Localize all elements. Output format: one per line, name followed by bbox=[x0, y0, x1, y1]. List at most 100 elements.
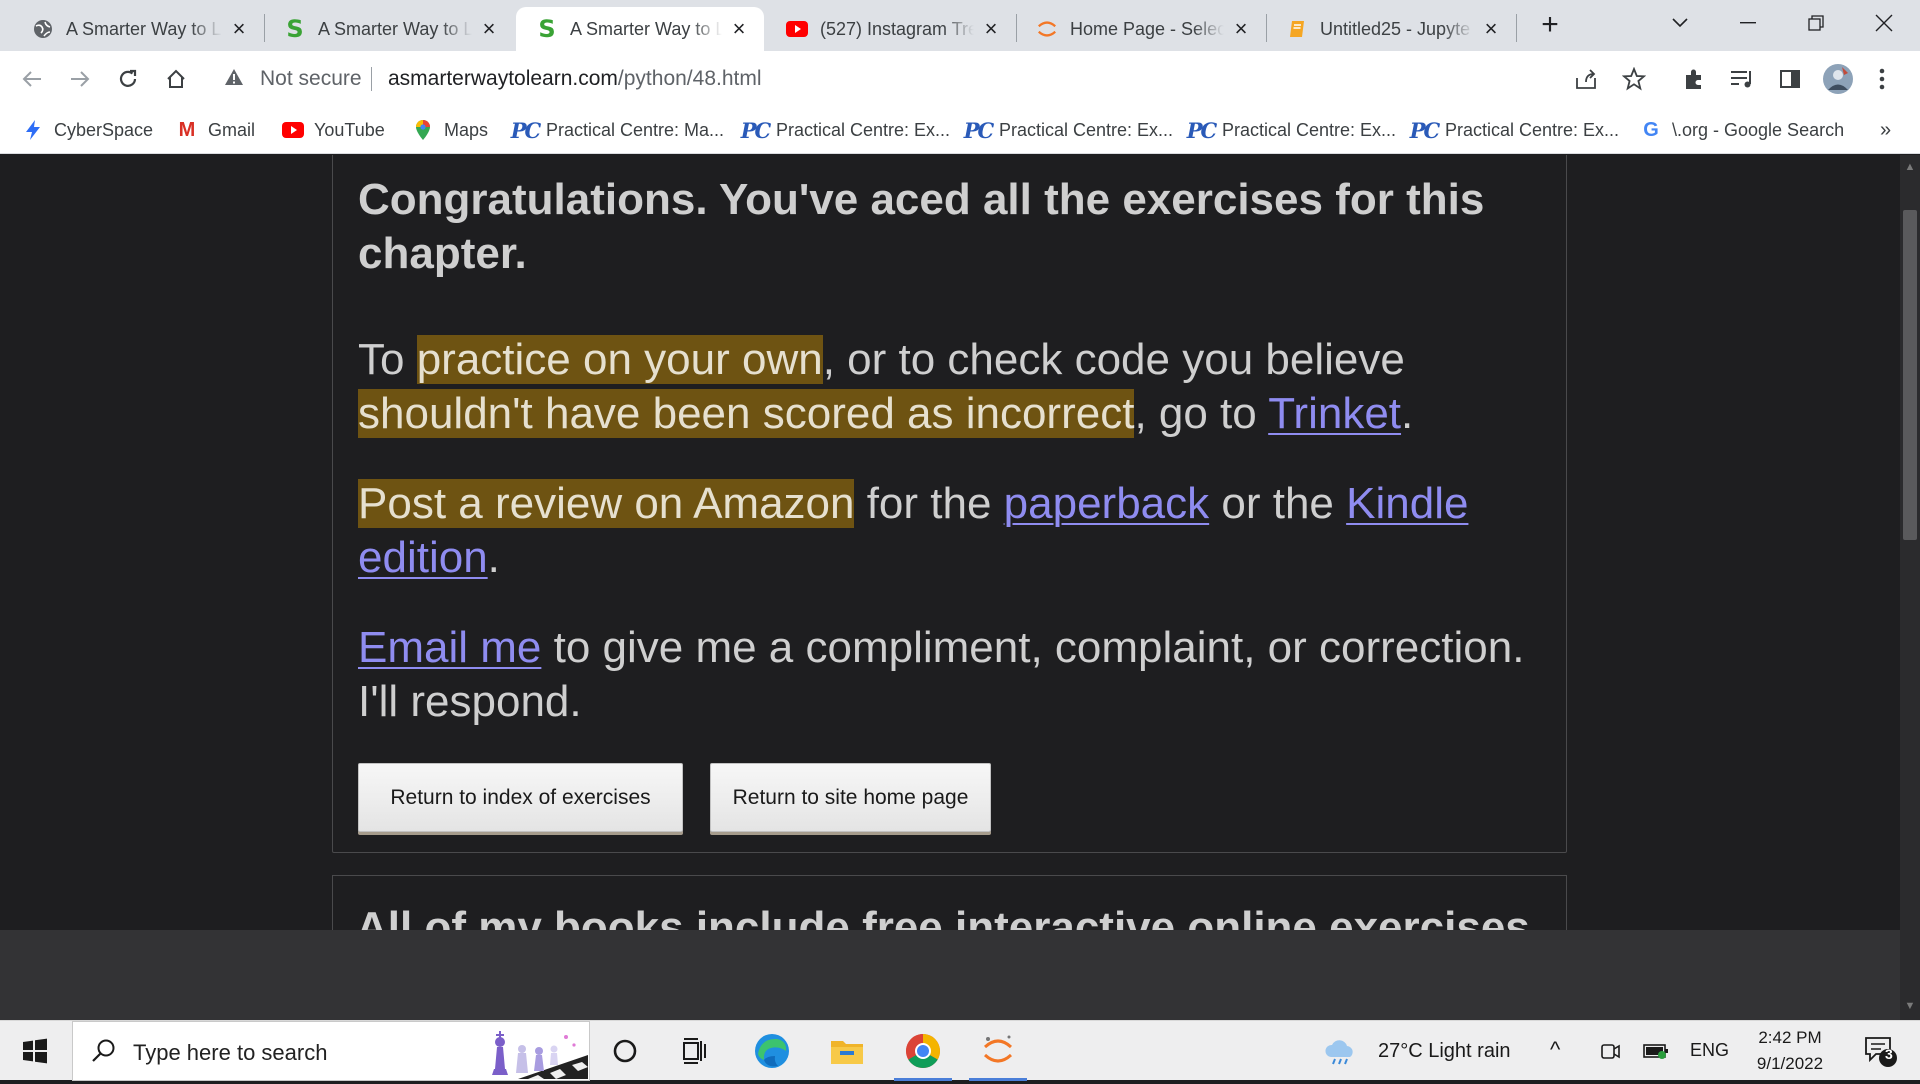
green-s-icon: S bbox=[286, 15, 304, 43]
back-button[interactable] bbox=[16, 63, 48, 95]
jupyter-taskbar-icon[interactable] bbox=[963, 1021, 1033, 1081]
bookmark-maps[interactable]: Maps bbox=[412, 117, 488, 143]
text: or the bbox=[1209, 479, 1347, 528]
tab-asmarterway-2[interactable]: S A Smarter Way to L × bbox=[264, 7, 514, 51]
home-button[interactable] bbox=[160, 63, 192, 95]
weather-text[interactable]: 27°C Light rain bbox=[1378, 1040, 1511, 1063]
media-control-icon[interactable] bbox=[1726, 63, 1758, 95]
tab-asmarterway-active[interactable]: S A Smarter Way to L × bbox=[516, 7, 764, 51]
close-icon[interactable]: × bbox=[980, 18, 1002, 40]
text: . bbox=[1401, 389, 1414, 438]
tab-title: Untitled25 - Jupyte bbox=[1320, 18, 1471, 39]
windows-start-button[interactable] bbox=[0, 1021, 70, 1081]
globe-icon bbox=[32, 18, 54, 40]
bookmarks-overflow-button[interactable]: » bbox=[1880, 119, 1891, 142]
bookmark-practical-centre-1[interactable]: PC Practical Centre: Ma... bbox=[511, 117, 725, 143]
bookmark-youtube[interactable]: YouTube bbox=[282, 117, 385, 143]
menu-kebab-icon[interactable] bbox=[1866, 63, 1898, 95]
language-indicator[interactable]: ENG bbox=[1690, 1040, 1729, 1061]
bookmark-practical-centre-2[interactable]: PC Practical Centre: Ex... bbox=[741, 117, 951, 143]
page-scrollbar[interactable]: ▲ ▼ bbox=[1900, 155, 1920, 1020]
highlighted-text: Post a review on Amazon bbox=[358, 479, 855, 528]
extensions-icon[interactable] bbox=[1678, 63, 1710, 95]
tray-overflow-icon[interactable]: ^ bbox=[1550, 1037, 1560, 1063]
chess-search-highlight-icon bbox=[478, 1025, 588, 1079]
minimize-icon[interactable] bbox=[1728, 8, 1768, 38]
bookmark-label: Practical Centre: Ex... bbox=[776, 119, 951, 140]
close-icon[interactable]: × bbox=[1480, 18, 1502, 40]
lightning-icon bbox=[22, 119, 44, 141]
bookmark-star-icon[interactable] bbox=[1618, 63, 1650, 95]
edge-icon[interactable] bbox=[737, 1021, 807, 1081]
bookmark-practical-centre-5[interactable]: PC Practical Centre: Ex... bbox=[1410, 117, 1619, 143]
system-clock[interactable]: 2:42 PM 9/1/2022 bbox=[1740, 1025, 1840, 1077]
share-icon[interactable] bbox=[1570, 63, 1602, 95]
warning-icon[interactable] bbox=[224, 67, 244, 93]
forward-button[interactable] bbox=[64, 63, 96, 95]
trinket-link[interactable]: Trinket bbox=[1268, 389, 1401, 438]
security-label[interactable]: Not secure bbox=[260, 67, 362, 91]
tab-untitled25[interactable]: Untitled25 - Jupyte × bbox=[1266, 7, 1516, 51]
tab-asmarterway-1[interactable]: A Smarter Way to L × bbox=[12, 7, 264, 51]
tab-jupyter-home[interactable]: Home Page - Select × bbox=[1016, 7, 1266, 51]
bookmark-practical-centre-4[interactable]: PC Practical Centre: Ex... bbox=[1187, 117, 1397, 143]
text: . bbox=[487, 533, 500, 582]
weather-cloud-icon[interactable] bbox=[1310, 1021, 1370, 1081]
task-view-icon[interactable] bbox=[660, 1021, 730, 1081]
tab-search-icon[interactable] bbox=[1660, 8, 1700, 38]
bookmark-label: \.org - Google Search bbox=[1672, 119, 1845, 140]
file-explorer-icon[interactable] bbox=[812, 1021, 882, 1081]
tab-title: A Smarter Way to L bbox=[570, 18, 722, 39]
close-window-icon[interactable] bbox=[1864, 8, 1904, 38]
close-icon[interactable]: × bbox=[228, 18, 250, 40]
windows-taskbar: Type here to search 27°C Light rain ^ EN… bbox=[0, 1020, 1920, 1081]
bookmark-label: Practical Centre: Ex... bbox=[999, 119, 1174, 140]
battery-icon[interactable] bbox=[1636, 1021, 1676, 1081]
scroll-up-icon[interactable]: ▲ bbox=[1904, 161, 1916, 173]
restore-icon[interactable] bbox=[1796, 8, 1836, 38]
scrollbar-thumb[interactable] bbox=[1903, 210, 1917, 540]
new-tab-button[interactable]: + bbox=[1536, 10, 1564, 40]
profile-avatar[interactable] bbox=[1822, 63, 1854, 95]
close-icon[interactable]: × bbox=[478, 18, 500, 40]
notifications-icon[interactable]: 3 bbox=[1850, 1021, 1910, 1081]
text: To bbox=[358, 335, 417, 384]
google-icon: G bbox=[1643, 118, 1659, 141]
return-to-index-button[interactable]: Return to index of exercises bbox=[358, 763, 683, 832]
email-me-link[interactable]: Email me bbox=[358, 623, 541, 672]
congratulations-heading: Congratulations. You've aced all the exe… bbox=[358, 175, 1485, 278]
bookmark-label: YouTube bbox=[314, 119, 385, 140]
paperback-link[interactable]: paperback bbox=[1004, 479, 1209, 528]
bookmark-practical-centre-3[interactable]: PC Practical Centre: Ex... bbox=[963, 117, 1174, 143]
maps-pin-icon bbox=[412, 119, 434, 141]
reload-button[interactable] bbox=[112, 63, 144, 95]
side-panel-icon[interactable] bbox=[1774, 63, 1806, 95]
chrome-icon[interactable] bbox=[888, 1021, 958, 1081]
bookmark-cyberspace[interactable]: CyberSpace bbox=[22, 117, 153, 143]
url-text[interactable]: asmarterwaytolearn.com/python/48.html bbox=[388, 67, 762, 91]
address-bar[interactable]: Not secure asmarterwaytolearn.com/python… bbox=[210, 59, 1650, 99]
pc-logo-icon: PC bbox=[963, 117, 995, 143]
bookmark-label: Practical Centre: Ma... bbox=[546, 119, 725, 140]
notebook-icon bbox=[1286, 18, 1308, 40]
cortana-icon[interactable] bbox=[590, 1021, 660, 1081]
bookmark-label: Practical Centre: Ex... bbox=[1222, 119, 1397, 140]
meet-now-icon[interactable] bbox=[1590, 1021, 1630, 1081]
close-icon[interactable]: × bbox=[1230, 18, 1252, 40]
page-viewport: Congratulations. You've aced all the exe… bbox=[0, 155, 1900, 930]
green-s-icon: S bbox=[538, 15, 556, 43]
tab-title: A Smarter Way to L bbox=[318, 18, 472, 39]
tab-title: (527) Instagram Tre bbox=[820, 18, 974, 39]
highlighted-text: practice on your own bbox=[416, 335, 823, 384]
practice-paragraph: To practice on your own, or to check cod… bbox=[358, 333, 1538, 441]
scroll-down-icon[interactable]: ▼ bbox=[1904, 1000, 1916, 1012]
return-to-home-button[interactable]: Return to site home page bbox=[710, 763, 991, 832]
page-bottom-overlay bbox=[0, 930, 1900, 1020]
clock-time: 2:42 PM bbox=[1758, 1028, 1822, 1047]
bookmark-label: CyberSpace bbox=[54, 119, 154, 140]
bookmark-gmail[interactable]: M Gmail bbox=[176, 117, 255, 143]
tab-instagram-youtube[interactable]: (527) Instagram Tre × bbox=[766, 7, 1016, 51]
taskbar-search-box[interactable]: Type here to search bbox=[72, 1021, 590, 1081]
close-icon[interactable]: × bbox=[728, 18, 750, 40]
bookmark-google-search[interactable]: G \.org - Google Search bbox=[1640, 117, 1844, 143]
